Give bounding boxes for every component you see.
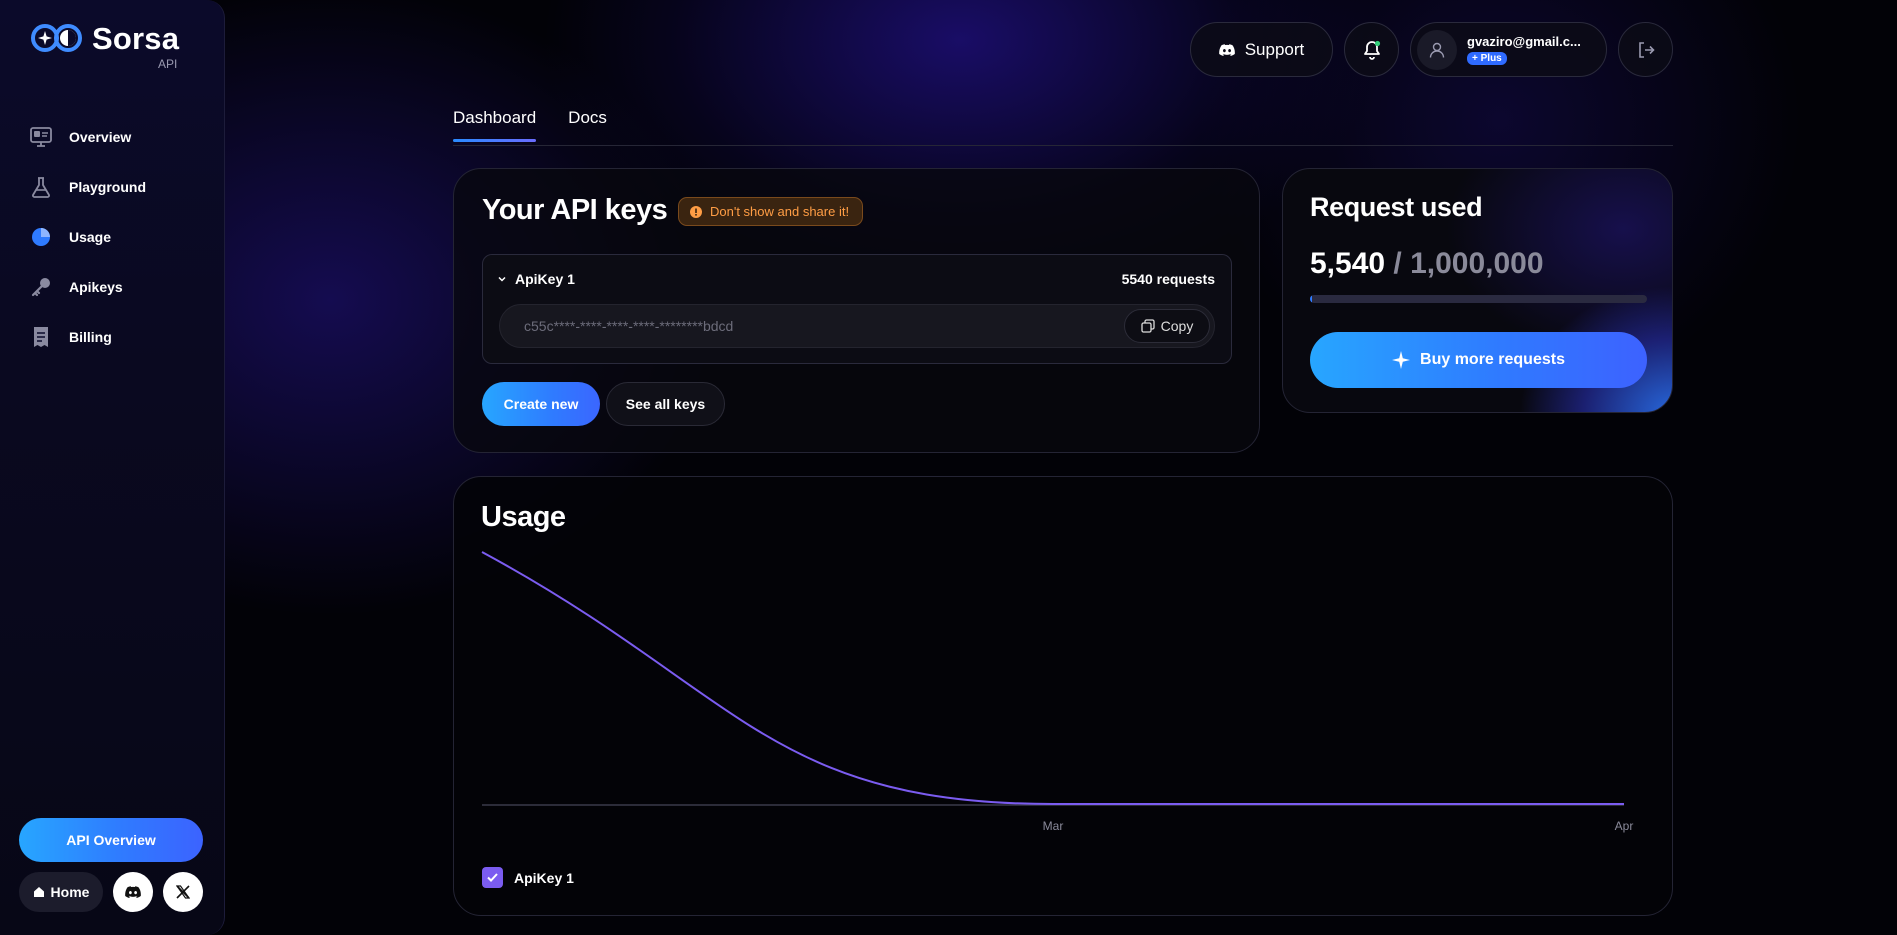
receipt-icon (30, 326, 52, 348)
sidebar-item-label: Playground (69, 179, 147, 195)
requests-progress-bar (1310, 295, 1647, 303)
home-button[interactable]: Home (19, 872, 103, 912)
api-key-toggle[interactable]: ApiKey 1 (497, 271, 575, 287)
brand-logo[interactable]: Sorsa (30, 20, 179, 58)
buy-more-label: Buy more requests (1420, 351, 1565, 368)
user-email: gvaziro@gmail.c... (1467, 34, 1581, 49)
sidebar-item-playground[interactable]: Playground (30, 162, 146, 212)
warning-text: Don't show and share it! (710, 204, 850, 219)
key-icon (30, 276, 52, 298)
x-twitter-icon (176, 885, 190, 899)
x-tick-label: Apr (1615, 819, 1634, 833)
api-keys-card: Your API keys Don't show and share it! A… (453, 168, 1260, 453)
logout-button[interactable] (1618, 22, 1673, 77)
sidebar-item-label: Apikeys (69, 279, 123, 295)
discord-icon (1218, 43, 1235, 56)
sidebar-item-overview[interactable]: Overview (30, 112, 146, 162)
monitor-icon (30, 126, 52, 148)
checkbox-checked-icon (482, 867, 503, 888)
api-key-item: ApiKey 1 5540 requests Copy (482, 254, 1232, 364)
brand-sub: API (158, 57, 178, 71)
sidebar-item-label: Usage (69, 229, 112, 245)
flask-icon (30, 176, 52, 198)
see-all-keys-button[interactable]: See all keys (606, 382, 725, 426)
usage-card: Usage Mar Apr ApiKey 1 (453, 476, 1673, 916)
copy-button[interactable]: Copy (1124, 309, 1210, 343)
x-tick-label: Mar (1043, 819, 1064, 833)
alert-icon (690, 205, 702, 218)
copy-label: Copy (1160, 318, 1194, 334)
logout-icon (1636, 40, 1656, 60)
chart-legend-item[interactable]: ApiKey 1 (482, 867, 574, 888)
api-key-field: Copy (499, 304, 1215, 348)
requests-separator: / (1385, 247, 1411, 280)
x-twitter-button[interactable] (163, 872, 203, 912)
buy-more-requests-button[interactable]: Buy more requests (1310, 332, 1647, 388)
requests-amount: 5,540 / 1,000,000 (1310, 247, 1544, 281)
create-new-button[interactable]: Create new (482, 382, 600, 426)
main-tabs: Dashboard Docs (453, 108, 639, 142)
series-line-apikey-1 (481, 551, 1624, 806)
api-key-requests: 5540 requests (1121, 271, 1215, 287)
requests-card: Request used 5,540 / 1,000,000 Buy more … (1282, 168, 1673, 413)
home-icon (33, 886, 45, 898)
requests-title: Request used (1310, 192, 1483, 222)
requests-progress-fill (1310, 295, 1313, 303)
discord-button[interactable] (113, 872, 153, 912)
user-icon (1428, 41, 1446, 59)
usage-chart: Mar Apr (481, 551, 1634, 833)
sidebar-item-label: Overview (69, 129, 132, 145)
tab-docs[interactable]: Docs (568, 108, 607, 142)
pie-chart-icon (30, 226, 52, 248)
discord-icon (125, 886, 141, 898)
api-overview-button[interactable]: API Overview (19, 818, 203, 862)
sidebar: Sorsa API Overview Playground Usage Apik (0, 0, 225, 935)
tab-dashboard[interactable]: Dashboard (453, 108, 537, 142)
requests-total: 1,000,000 (1410, 247, 1544, 280)
support-label: Support (1244, 39, 1305, 59)
api-key-name: ApiKey 1 (515, 271, 575, 287)
api-key-input[interactable] (524, 305, 1084, 347)
notifications-button[interactable] (1344, 22, 1399, 77)
user-menu[interactable]: gvaziro@gmail.c... + Plus (1410, 22, 1607, 77)
user-info: gvaziro@gmail.c... + Plus (1467, 34, 1587, 65)
sparkle-icon (1392, 351, 1411, 369)
chevron-down-icon (497, 274, 507, 284)
api-keys-title: Your API keys (482, 194, 668, 226)
sidebar-item-apikeys[interactable]: Apikeys (30, 262, 146, 312)
avatar (1417, 29, 1457, 70)
bell-icon (1361, 39, 1383, 61)
sidebar-item-usage[interactable]: Usage (30, 212, 146, 262)
sidebar-nav: Overview Playground Usage Apikeys Billin… (30, 112, 146, 362)
brand-name: Sorsa (92, 21, 180, 56)
support-button[interactable]: Support (1190, 22, 1333, 77)
copy-icon (1141, 319, 1155, 333)
legend-label: ApiKey 1 (514, 869, 574, 886)
sidebar-item-billing[interactable]: Billing (30, 312, 146, 362)
tabs-divider (453, 145, 1673, 146)
logo-icon (30, 20, 84, 56)
sidebar-item-label: Billing (69, 329, 112, 345)
home-label: Home (50, 884, 90, 900)
requests-used: 5,540 (1310, 247, 1386, 280)
plan-badge: + Plus (1467, 52, 1507, 65)
warning-badge: Don't show and share it! (678, 197, 864, 226)
